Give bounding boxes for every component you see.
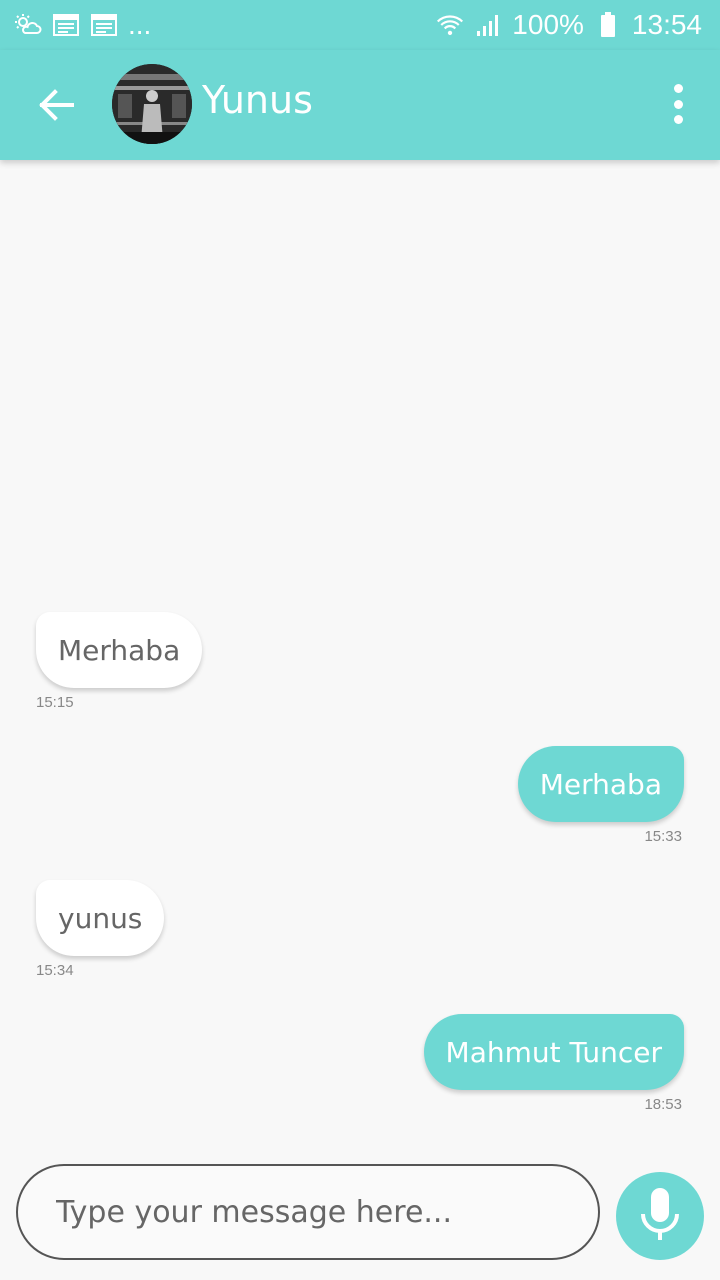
status-bar-left: ...	[14, 9, 151, 41]
signal-icon	[474, 11, 502, 39]
battery-percent: 100%	[512, 9, 584, 40]
message-time: 18:53	[644, 1096, 682, 1113]
contact-name[interactable]: Yunus	[202, 78, 313, 122]
back-button[interactable]	[30, 84, 82, 126]
more-vert-icon	[673, 84, 683, 93]
arrow-left-icon	[39, 89, 74, 121]
mic-button[interactable]	[616, 1172, 704, 1260]
weather-icon	[14, 11, 42, 39]
microphone-icon	[641, 1188, 679, 1240]
battery-icon	[594, 11, 622, 39]
message-input-container	[16, 1164, 600, 1260]
calendar-icon	[90, 11, 118, 39]
calendar-icon	[52, 11, 80, 39]
message-time: 15:33	[644, 828, 682, 845]
wifi-icon	[436, 11, 464, 39]
avatar[interactable]	[112, 64, 192, 144]
more-options-button[interactable]	[666, 84, 690, 124]
message-bubble-incoming[interactable]: yunus	[36, 880, 165, 956]
message-input[interactable]	[56, 1194, 576, 1230]
message-bubble-incoming[interactable]: Merhaba	[36, 612, 203, 688]
more-notifications: ...	[128, 9, 152, 40]
message-bubble-outgoing[interactable]: Mahmut Tuncer	[423, 1014, 684, 1090]
message-time: 15:15	[36, 694, 74, 711]
status-bar-right: 100% 13:54	[436, 9, 702, 41]
message-bubble-outgoing[interactable]: Merhaba	[517, 746, 684, 822]
clock: 13:54	[631, 9, 702, 40]
status-bar: ... 100% 13:54	[0, 0, 720, 50]
chat-header: Yunus	[0, 50, 720, 160]
message-time: 15:34	[36, 962, 74, 979]
